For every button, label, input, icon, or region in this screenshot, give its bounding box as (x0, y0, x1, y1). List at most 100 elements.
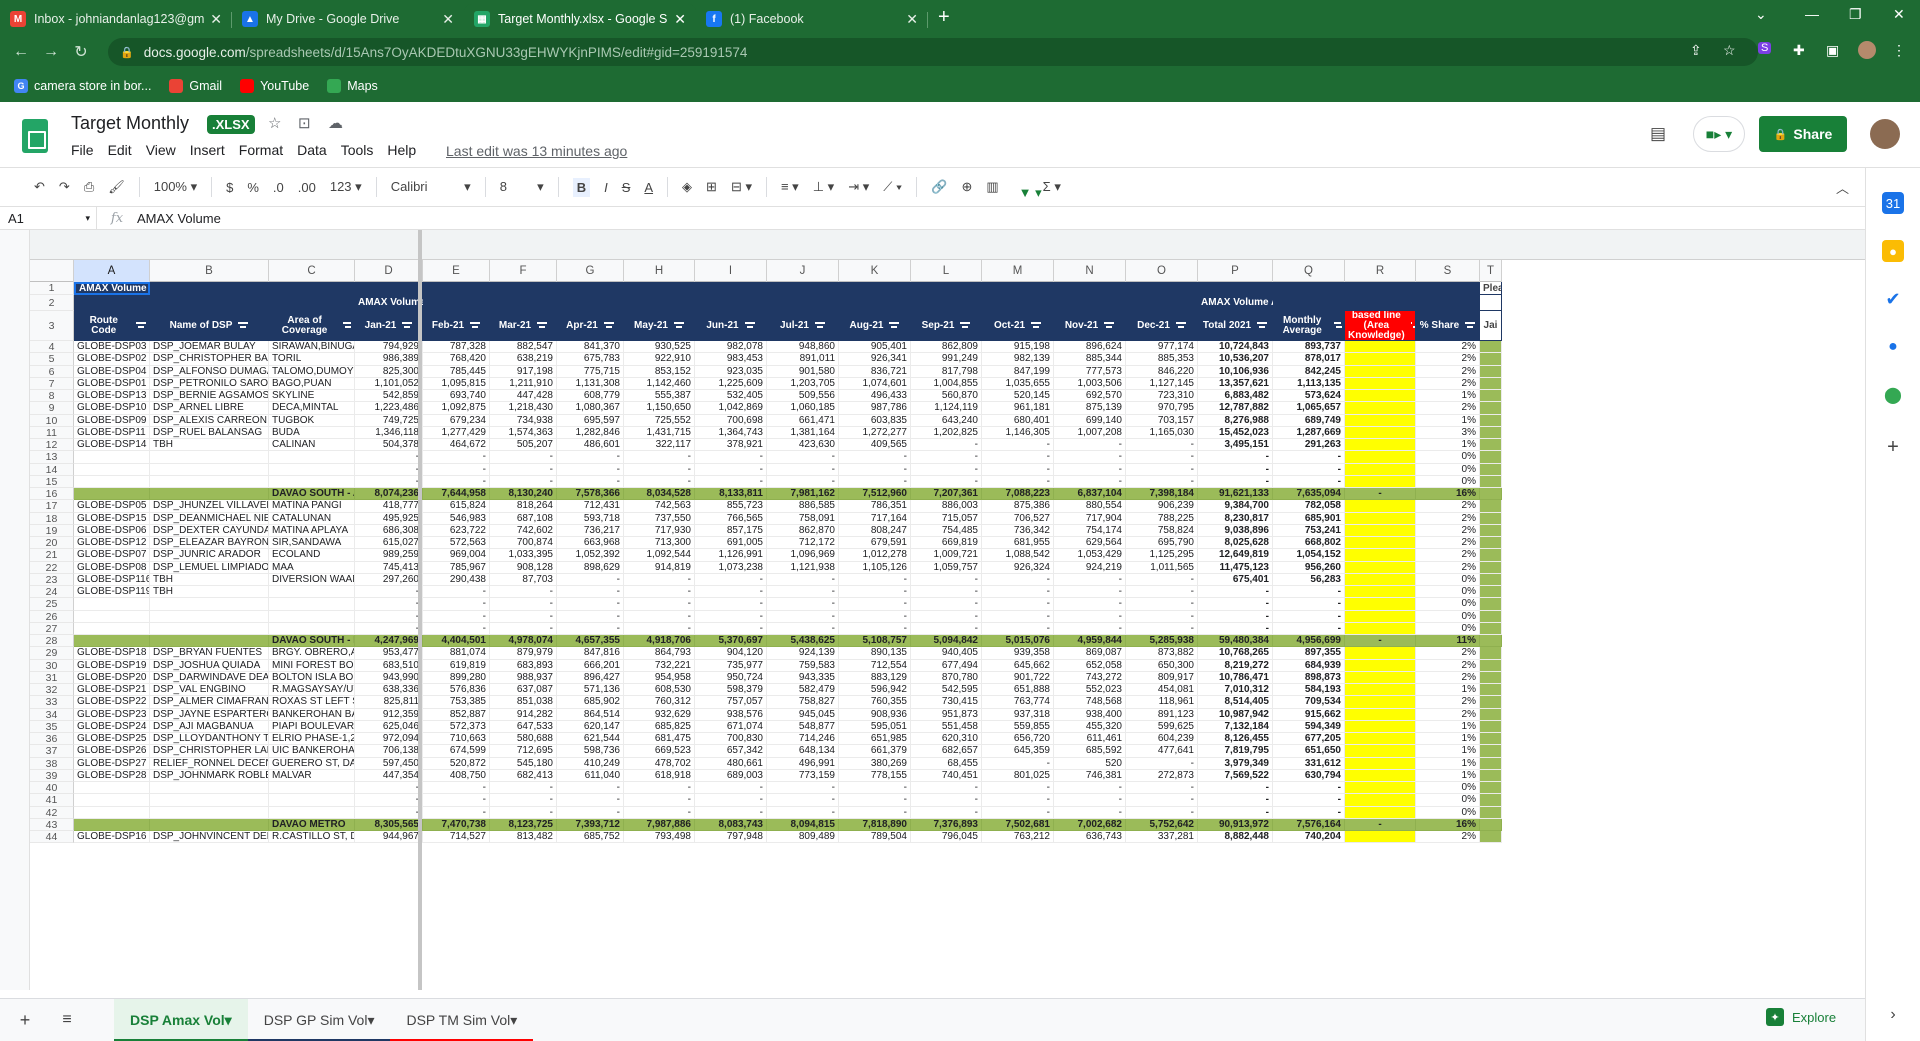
cell[interactable] (150, 610, 269, 623)
cell[interactable]: - (423, 610, 490, 623)
cell[interactable] (1345, 439, 1416, 452)
document-title[interactable]: Target Monthly (71, 113, 189, 134)
cell[interactable]: 2% (1416, 365, 1480, 378)
cell[interactable]: - (982, 573, 1054, 586)
cell[interactable]: 753,385 (423, 696, 490, 709)
cell[interactable]: 983,453 (695, 353, 767, 366)
cell[interactable] (1345, 561, 1416, 574)
row-number[interactable]: 22 (30, 561, 74, 574)
cell[interactable]: 8,514,405 (1198, 696, 1273, 709)
cell[interactable]: DSP_CHRISTOPHER BANGUIS (150, 353, 269, 366)
cell[interactable]: - (355, 794, 423, 807)
cell[interactable]: 855,723 (695, 500, 767, 513)
cell[interactable]: 851,038 (490, 696, 557, 709)
cell[interactable]: 891,011 (767, 353, 839, 366)
cell[interactable]: DSP_ALEXIS CARREON (150, 414, 269, 427)
cell[interactable]: DSP_JUNRIC ARADOR (150, 549, 269, 562)
column-header[interactable]: Q (1273, 260, 1345, 282)
cell[interactable]: - (839, 610, 911, 623)
cell[interactable]: 785,967 (423, 561, 490, 574)
cell[interactable]: 1% (1416, 757, 1480, 770)
explore-button[interactable]: ✦ Explore (1766, 1008, 1836, 1026)
column-header[interactable]: R (1345, 260, 1416, 282)
cell[interactable]: 842,245 (1273, 365, 1345, 378)
row-number[interactable]: 13 (30, 451, 74, 464)
cell[interactable]: 723,310 (1126, 390, 1198, 403)
cell[interactable]: 1,211,910 (490, 377, 557, 390)
cell[interactable]: 915,662 (1273, 708, 1345, 721)
cell[interactable]: - (839, 451, 911, 464)
cell[interactable] (490, 295, 557, 311)
column-header[interactable]: C (269, 260, 355, 282)
cell[interactable] (1480, 794, 1502, 807)
cell[interactable]: 778,155 (839, 769, 911, 782)
cell[interactable] (1345, 586, 1416, 599)
row-number[interactable]: 17 (30, 500, 74, 513)
cell[interactable]: 743,272 (1054, 671, 1126, 684)
cell[interactable]: - (911, 598, 982, 611)
cell[interactable]: R.CASTILLO ST, DON JU (269, 831, 355, 844)
cell[interactable] (1054, 282, 1126, 295)
horizontal-align-icon[interactable]: ≡ ▾ (781, 179, 799, 195)
decrease-decimal-button[interactable]: .0 (273, 180, 284, 195)
filter-icon[interactable] (470, 321, 481, 330)
borders-icon[interactable]: ⊞ (706, 179, 717, 195)
cell[interactable] (839, 282, 911, 295)
row-number[interactable]: 21 (30, 549, 74, 562)
cell[interactable]: 409,565 (839, 439, 911, 452)
column-title[interactable]: Nov-21 (1054, 311, 1126, 341)
cell[interactable]: 809,489 (767, 831, 839, 844)
cell[interactable]: 943,990 (355, 671, 423, 684)
cell[interactable]: GUERERO ST, DACUDA (269, 757, 355, 770)
cell[interactable]: DSP_ALFONSO DUMAGAN (150, 365, 269, 378)
cell[interactable]: 681,955 (982, 537, 1054, 550)
cell[interactable]: - (695, 610, 767, 623)
row-number[interactable]: 34 (30, 708, 74, 721)
more-formats-button[interactable]: 123 ▾ (330, 179, 362, 195)
cell[interactable]: 7,578,366 (557, 488, 624, 501)
cell[interactable] (269, 610, 355, 623)
cell[interactable]: 2% (1416, 561, 1480, 574)
cell[interactable]: 118,961 (1126, 696, 1198, 709)
cell[interactable] (269, 794, 355, 807)
cell[interactable] (557, 295, 624, 311)
cell[interactable]: - (557, 475, 624, 488)
cell[interactable]: 882,547 (490, 341, 557, 354)
cell[interactable]: 1,381,164 (767, 426, 839, 439)
cell[interactable]: 651,888 (982, 684, 1054, 697)
column-title[interactable]: Jai (1480, 311, 1502, 341)
cell[interactable]: - (423, 794, 490, 807)
cell[interactable]: 1,042,869 (695, 402, 767, 415)
cell[interactable]: DSP_CHRISTOPHER LABOR (150, 745, 269, 758)
cell[interactable] (1273, 282, 1345, 295)
cell[interactable]: 685,825 (624, 720, 695, 733)
cell[interactable]: 509,556 (767, 390, 839, 403)
cell[interactable]: - (1198, 794, 1273, 807)
cell[interactable]: 680,401 (982, 414, 1054, 427)
filter-icon[interactable] (960, 321, 971, 330)
cell[interactable]: 912,359 (355, 708, 423, 721)
filter-icon[interactable] (1031, 321, 1042, 330)
cell[interactable]: 5,752,642 (1126, 818, 1198, 831)
cell[interactable]: 291,263 (1273, 439, 1345, 452)
cell[interactable]: - (982, 586, 1054, 599)
bold-button[interactable]: B (572, 177, 591, 197)
cell[interactable]: - (557, 463, 624, 476)
cell[interactable]: 645,359 (982, 745, 1054, 758)
cell[interactable]: 2% (1416, 353, 1480, 366)
cell[interactable]: 8,025,628 (1198, 537, 1273, 550)
cell[interactable]: 898,629 (557, 561, 624, 574)
cell[interactable]: - (557, 782, 624, 795)
cell[interactable] (767, 282, 839, 295)
cell[interactable]: 3,979,349 (1198, 757, 1273, 770)
cell[interactable] (1480, 512, 1502, 525)
cell[interactable]: 700,830 (695, 733, 767, 746)
cell[interactable]: 1,165,030 (1126, 426, 1198, 439)
cell[interactable]: 520,145 (982, 390, 1054, 403)
row-number[interactable]: 40 (30, 782, 74, 795)
cell[interactable]: - (355, 782, 423, 795)
cell[interactable]: 740,451 (911, 769, 982, 782)
cell[interactable]: 782,058 (1273, 500, 1345, 513)
cell[interactable]: 7,576,164 (1273, 818, 1345, 831)
cell[interactable]: 677,494 (911, 659, 982, 672)
